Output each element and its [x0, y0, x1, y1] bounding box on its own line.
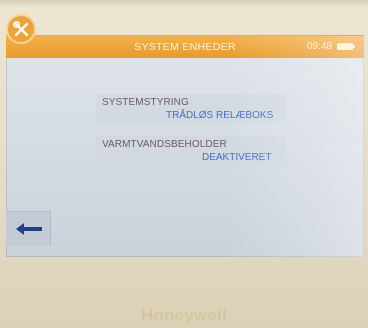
- settings-button[interactable]: [6, 14, 36, 44]
- clock: 09:48: [306, 41, 332, 52]
- touch-screen: SYSTEM ENHEDER 09:48 SYSTEMSTYRING TRÅDL…: [6, 35, 364, 257]
- brand-logo: Honeywell: [141, 306, 227, 325]
- varmtvandsbeholder-label: VARMTVANDSBEHOLDER: [102, 139, 227, 150]
- battery-icon: [337, 43, 355, 50]
- varmtvandsbeholder-value[interactable]: DEAKTIVERET: [202, 152, 271, 163]
- title-bar: SYSTEM ENHEDER 09:48: [6, 36, 364, 58]
- systemstyring-value[interactable]: TRÅDLØS RELÆBOKS: [166, 110, 273, 121]
- back-button[interactable]: [6, 211, 51, 246]
- systemstyring-label: SYSTEMSTYRING: [102, 97, 189, 108]
- arrow-left-icon: [16, 223, 42, 235]
- bezel-shadow: [0, 0, 368, 8]
- wrench-screwdriver-icon: [13, 21, 29, 37]
- device-bezel: SYSTEM ENHEDER 09:48 SYSTEMSTYRING TRÅDL…: [0, 0, 368, 328]
